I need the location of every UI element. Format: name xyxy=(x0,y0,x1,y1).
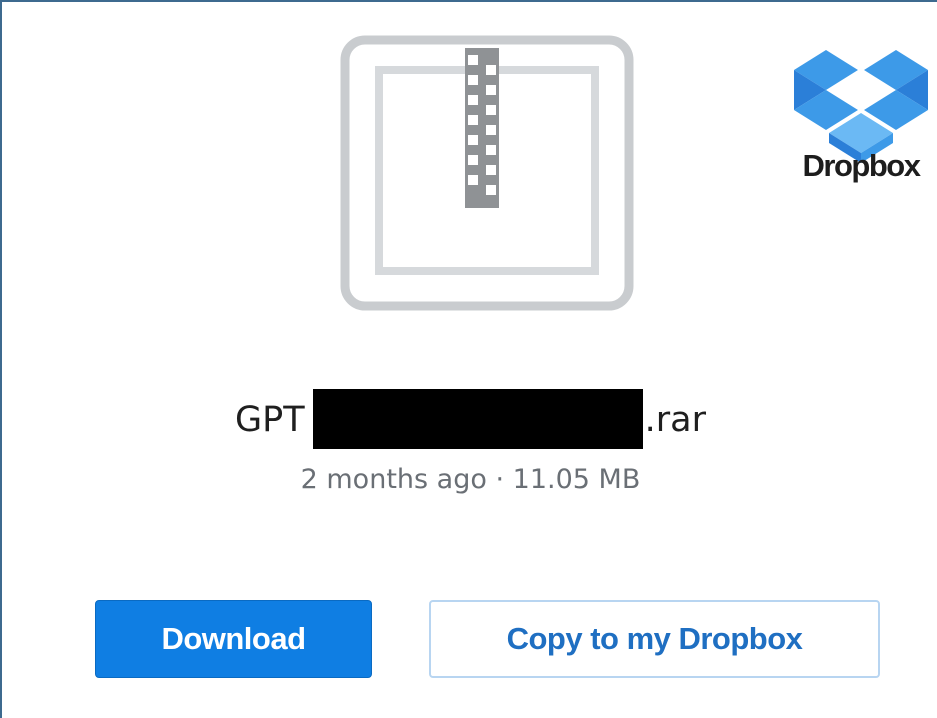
download-button[interactable]: Download xyxy=(95,600,372,678)
file-name: GPT .rar xyxy=(2,389,937,451)
file-meta: 2 months ago · 11.05 MB xyxy=(2,464,937,495)
copy-to-dropbox-button-label: Copy to my Dropbox xyxy=(506,621,803,656)
meta-separator: · xyxy=(495,464,505,495)
file-name-extension: .rar xyxy=(644,400,706,440)
zip-archive-icon xyxy=(340,35,634,311)
file-name-prefix: GPT xyxy=(235,400,305,440)
brand-name: Dropbox xyxy=(802,148,921,183)
shared-file-page: Dropbox GPT .rar 2 months ago · 11.05 MB … xyxy=(0,0,937,718)
download-button-label: Download xyxy=(161,621,306,656)
file-size: 11.05 MB xyxy=(512,464,641,495)
file-modified-time: 2 months ago xyxy=(300,464,487,495)
copy-to-dropbox-button[interactable]: Copy to my Dropbox xyxy=(429,600,880,678)
redaction-block xyxy=(312,389,643,449)
